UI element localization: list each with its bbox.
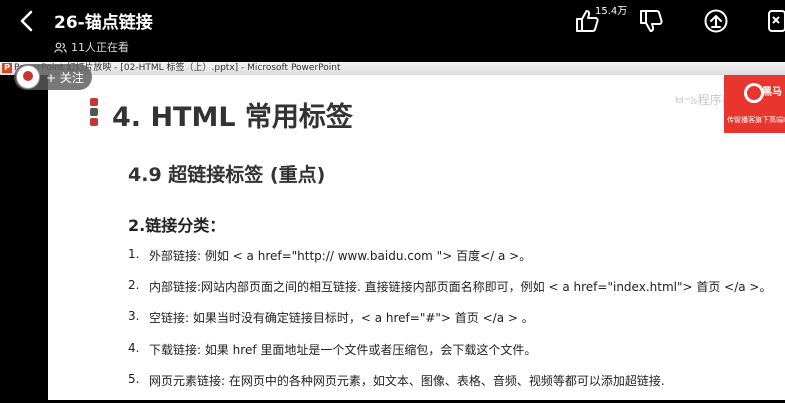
list-item-number: 1. [128, 247, 140, 261]
section-title: 4.9 超链接标签 (重点) [128, 164, 326, 186]
brand-mark-icon [744, 83, 764, 103]
ppt-window-titlebar: P PowerPoint 幻灯片放映 - [02-HTML 标签（上）.pptx… [0, 62, 785, 75]
uploader-avatar[interactable] [16, 65, 40, 89]
link-type-list: 1. 外部链接: 例如 < a href="http:// www.baidu.c… [128, 247, 778, 403]
list-item-text: 下载链接: 如果 href 里面地址是一个文件或者压缩包，会下载这个文件。 [149, 342, 537, 357]
list-item-text: 内部链接:网站内部页面之间的相互链接. 直接链接内部页面名称即可，例如 < a … [149, 280, 772, 295]
video-title: 26-锚点链接 [54, 13, 153, 33]
bullet-square-1 [90, 98, 98, 106]
sub-title: 2.链接分类： [128, 216, 226, 235]
back-arrow-icon[interactable] [14, 6, 42, 36]
viewers-icon [54, 42, 67, 53]
share-icon[interactable] [703, 8, 729, 34]
list-item-number: 5. [128, 371, 140, 386]
follow-button[interactable]: + 关注 [14, 64, 92, 90]
bullet-square-3 [90, 118, 98, 126]
slide: 4. HTML 常用标签 4.9 超链接标签 (重点) 2.链接分类： 1. 外部… [48, 75, 785, 400]
list-item-text: 网页元素链接: 在网页中的各种网页元素，如文本、图像、表格、音频、视频等都可以添… [149, 373, 665, 388]
list-item-text: 外部链接: 例如 < a href="http:// www.baidu.com… [149, 249, 532, 263]
powerpoint-icon: P [2, 63, 12, 73]
brand-name: 黑马 [762, 87, 782, 98]
like-button[interactable]: 15.4万 [574, 2, 634, 38]
list-item: 3. 空链接: 如果当时没有确定链接目标时，< a href="#"> 首页 </… [128, 309, 778, 340]
slide-heading: 4. HTML 常用标签 [112, 102, 353, 133]
brand-logo: 黑马 传智播客旗下高端IT [724, 75, 785, 133]
bullet-square-2 [90, 108, 98, 116]
list-item: 2. 内部链接:网站内部页面之间的相互链接. 直接链接内部页面名称即可，例如 < … [128, 278, 778, 309]
viewer-count-text: 11人正在看 [71, 41, 129, 54]
brand-slogan: 传智播客旗下高端IT [727, 116, 785, 124]
player-top-bar: 26-锚点链接 11人正在看 15.4万 [0, 0, 785, 62]
list-item-text: 空链接: 如果当时没有确定链接目标时，< a href="#"> 首页 </a … [149, 311, 534, 326]
list-item-number: 4. [128, 340, 140, 355]
thumbs-down-icon[interactable] [638, 8, 664, 34]
viewer-count: 11人正在看 [54, 39, 129, 55]
list-item: 1. 外部链接: 例如 < a href="http:// www.baidu.c… [128, 247, 778, 278]
list-item-number: 2. [128, 278, 140, 293]
follow-label: + 关注 [46, 70, 84, 85]
list-item-number: 3. [128, 309, 140, 324]
list-item: 4. 下载链接: 如果 href 里面地址是一个文件或者压缩包，会下载这个文件。 [128, 341, 778, 372]
list-item: 5. 网页元素链接: 在网页中的各种网页元素，如文本、图像、表格、音频、视频等都可… [128, 372, 778, 403]
heading-bullet-icon [90, 98, 98, 128]
slide-viewport: 4. HTML 常用标签 4.9 超链接标签 (重点) 2.链接分类： 1. 外部… [0, 75, 785, 400]
thumbs-up-icon [576, 10, 599, 32]
more-icon[interactable] [767, 8, 785, 34]
